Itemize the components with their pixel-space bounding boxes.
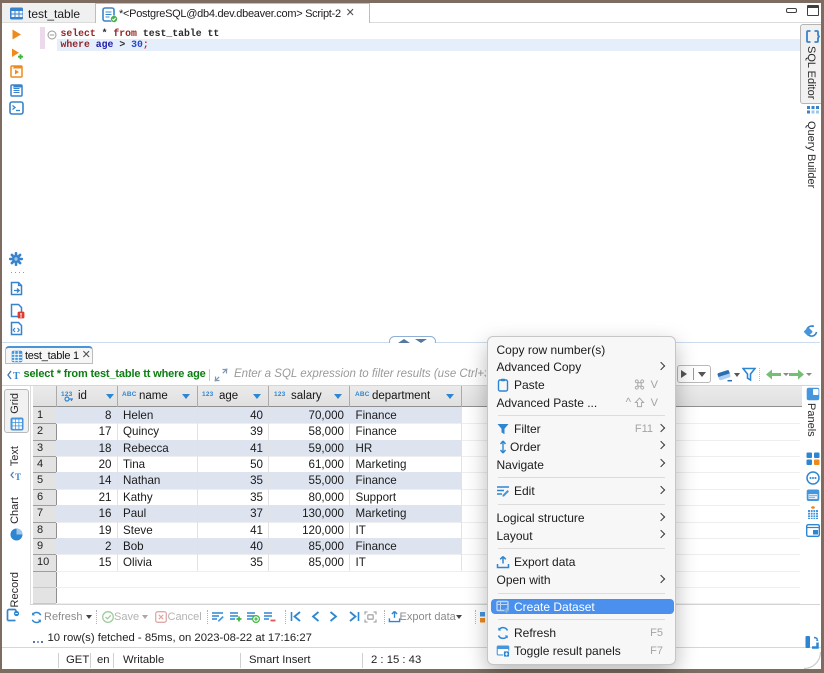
svg-text:T: T [15,472,21,482]
svg-text:T: T [13,371,20,382]
